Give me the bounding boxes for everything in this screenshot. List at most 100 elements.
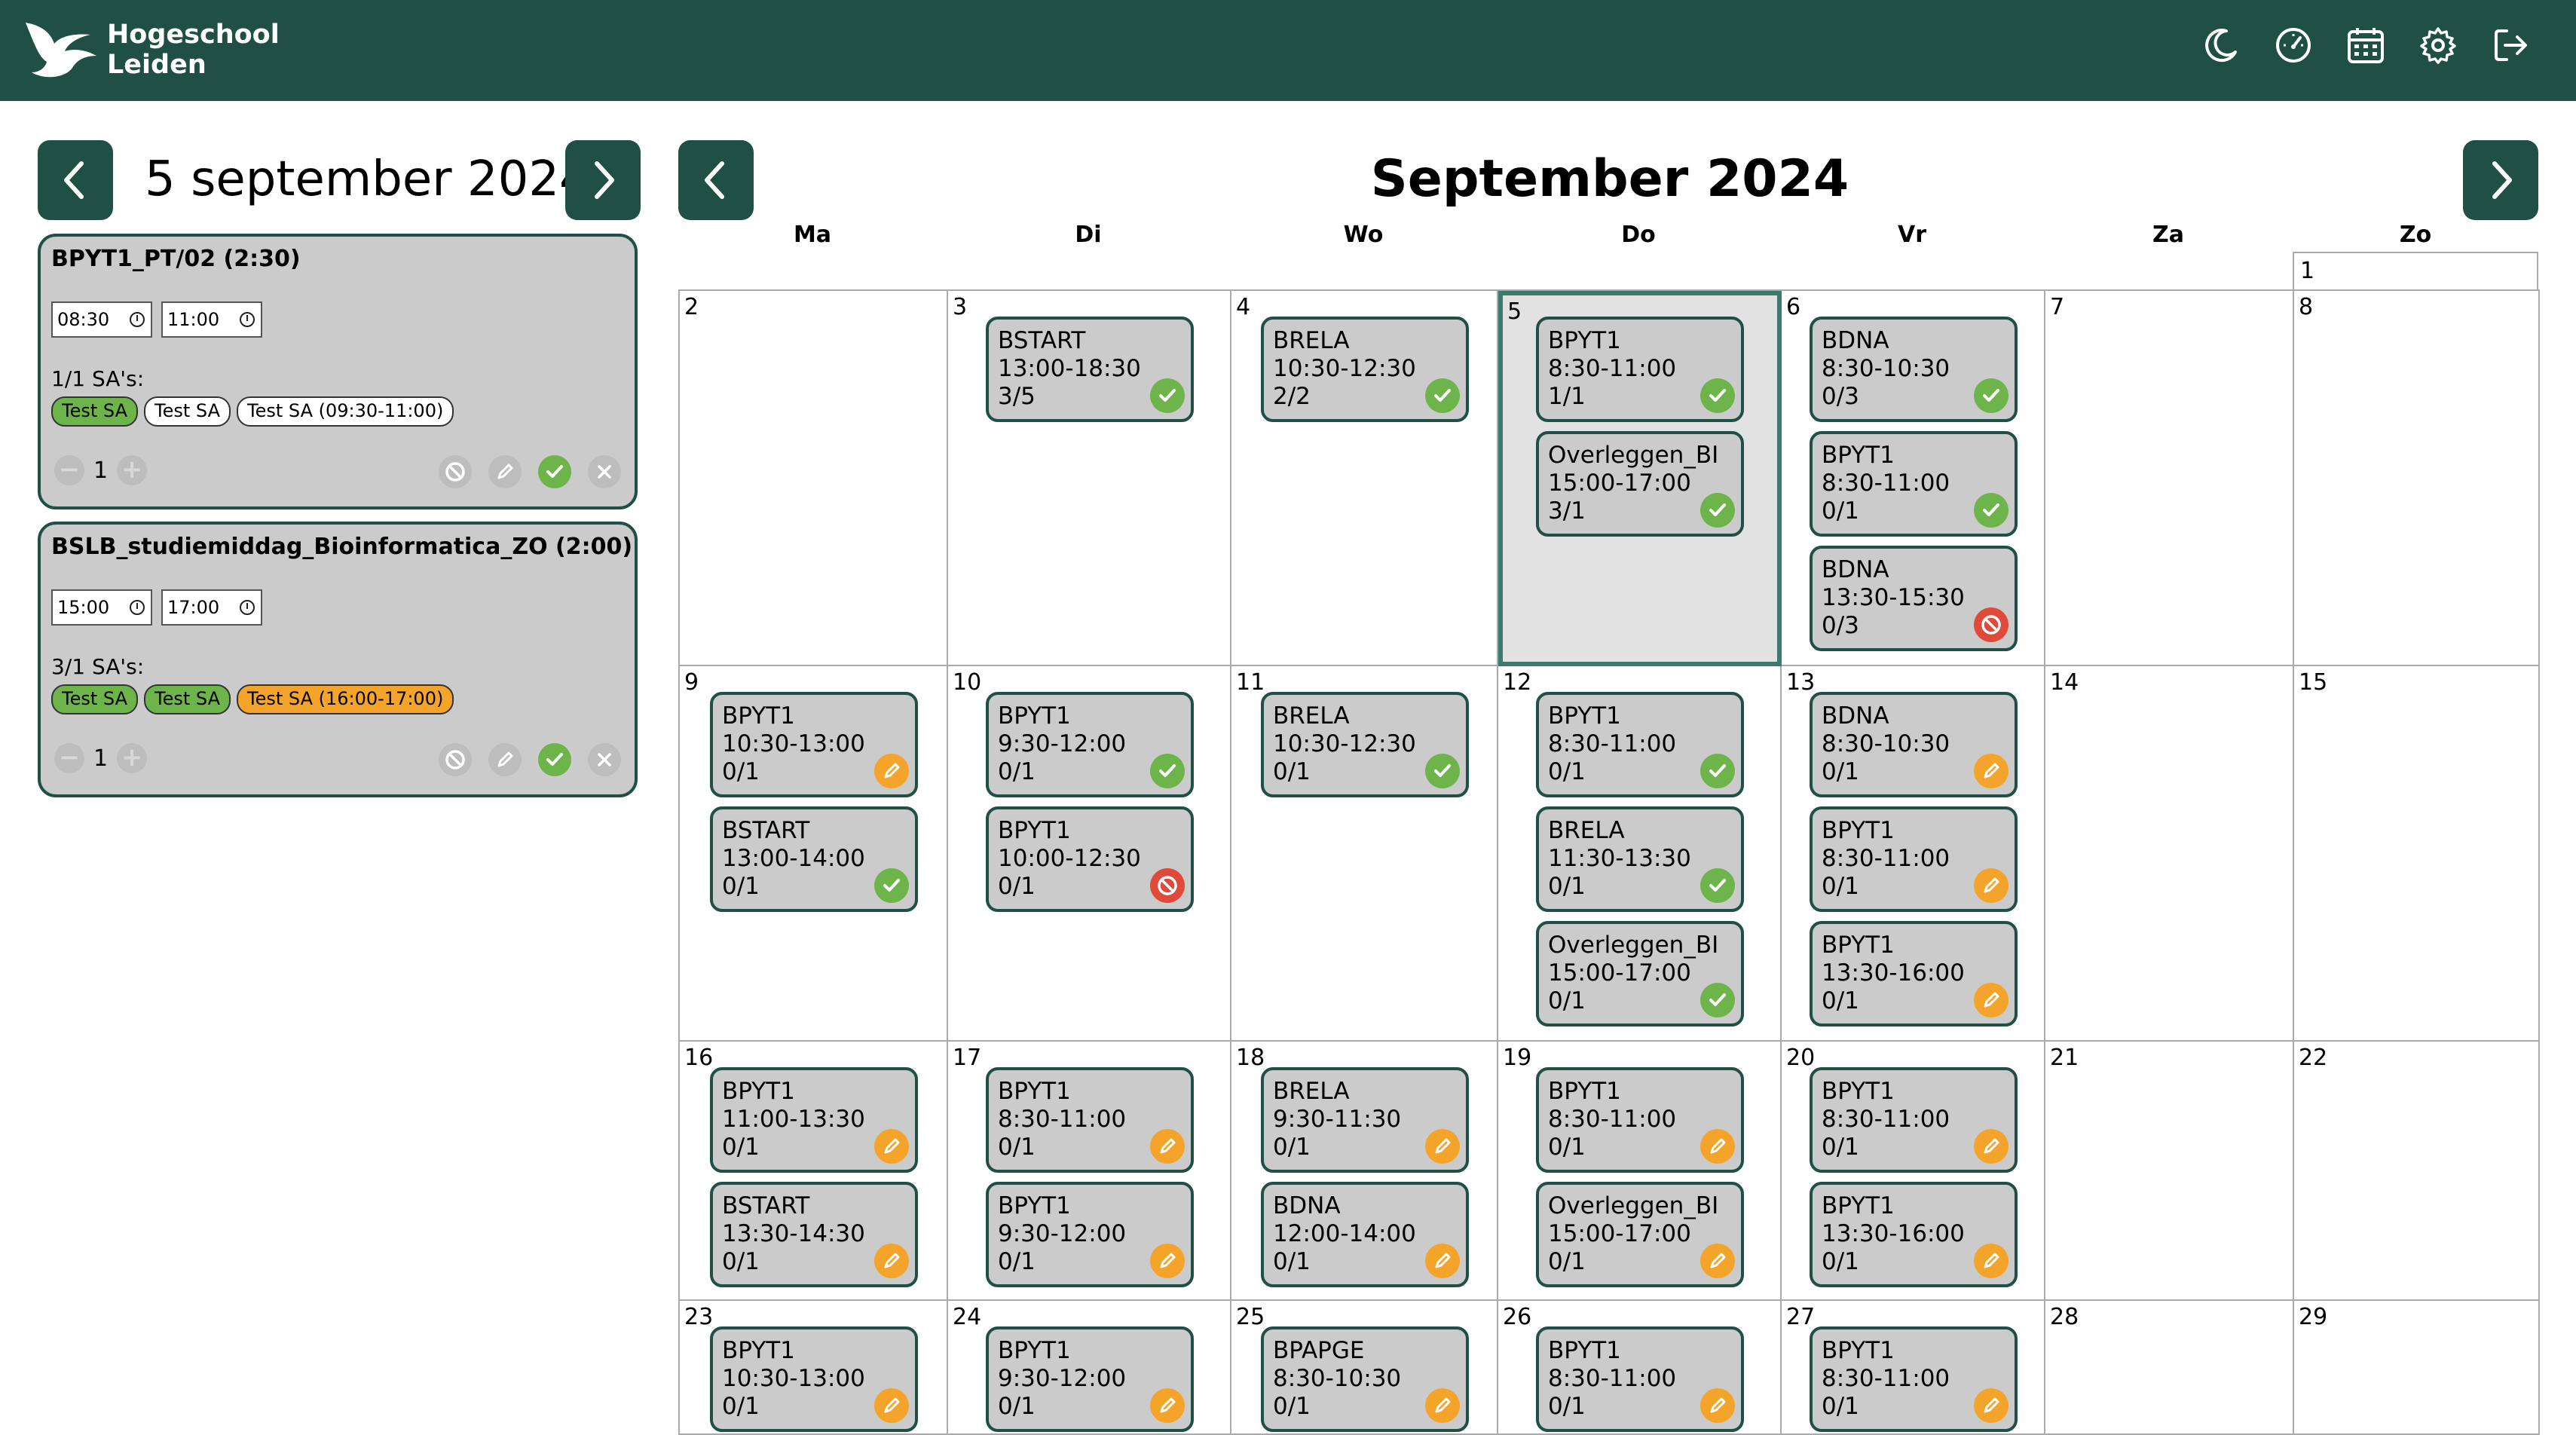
start-time-input[interactable]: 15:00 — [51, 589, 152, 626]
moon-icon[interactable] — [2201, 23, 2241, 68]
calendar-event[interactable]: BPYT1 8:30-11:00 0/1 — [1810, 1326, 2018, 1432]
calendar-day-cell[interactable]: 6 BDNA 8:30-10:30 0/3 BPYT1 8:30-11:00 0… — [1782, 291, 2045, 666]
calendar-event[interactable]: BRELA 10:30-12:30 0/1 — [1261, 692, 1469, 797]
calendar-day-cell[interactable]: 3 BSTART 13:00-18:30 3/5 — [948, 291, 1231, 666]
sa-chip[interactable]: Test SA — [51, 396, 138, 427]
prev-day-button[interactable] — [38, 140, 113, 220]
calendar-event[interactable]: BPYT1 8:30-11:00 0/1 — [1536, 692, 1744, 797]
calendar-day-cell[interactable]: 17 BPYT1 8:30-11:00 0/1 BPYT1 9:30-12:00… — [948, 1042, 1231, 1301]
calendar-event[interactable]: BRELA 11:30-13:30 0/1 — [1536, 806, 1744, 912]
calendar-event[interactable]: BPYT1 13:30-16:00 0/1 — [1810, 1182, 2018, 1287]
calendar-event[interactable]: BPYT1 8:30-11:00 0/1 — [1810, 431, 2018, 537]
calendar-event[interactable]: BPYT1 8:30-11:00 0/1 — [1536, 1067, 1744, 1173]
logo[interactable]: Hogeschool Leiden — [21, 18, 280, 81]
clock-icon — [130, 312, 145, 327]
calendar-event[interactable]: BPYT1 8:30-11:00 0/1 — [1810, 806, 2018, 912]
calendar-event[interactable]: BPYT1 13:30-16:00 0/1 — [1810, 921, 2018, 1027]
calendar-event[interactable]: BPYT1 9:30-12:00 0/1 — [986, 1182, 1194, 1287]
calendar-day-cell[interactable]: 12 BPYT1 8:30-11:00 0/1 BRELA 11:30-13:3… — [1498, 666, 1782, 1042]
sa-chip[interactable]: Test SA — [144, 684, 231, 714]
calendar-event[interactable]: BPYT1 8:30-11:00 0/1 — [1810, 1067, 2018, 1173]
calendar-day-cell[interactable]: 11 BRELA 10:30-12:30 0/1 — [1231, 666, 1498, 1042]
delete-button[interactable] — [588, 455, 621, 488]
calendar-day-cell[interactable]: 20 BPYT1 8:30-11:00 0/1 BPYT1 13:30-16:0… — [1782, 1042, 2045, 1301]
end-time-input[interactable]: 17:00 — [161, 589, 262, 626]
calendar-day-cell[interactable]: 5 BPYT1 8:30-11:00 1/1 Overleggen_BI 15:… — [1498, 291, 1782, 666]
event-status-badge — [1700, 1129, 1735, 1164]
calendar-event[interactable]: BPYT1 9:30-12:00 0/1 — [986, 1326, 1194, 1432]
event-code: BPYT1 — [1822, 1078, 1895, 1105]
end-time-input[interactable]: 11:00 — [161, 301, 262, 338]
dashboard-icon[interactable] — [2273, 23, 2314, 68]
next-month-button[interactable] — [2463, 140, 2538, 220]
calendar-day-cell[interactable]: 7 — [2045, 291, 2294, 666]
calendar-event[interactable]: BSTART 13:00-18:30 3/5 — [986, 317, 1194, 422]
day-number: 6 — [1786, 294, 1801, 320]
approve-button[interactable] — [538, 743, 571, 776]
calendar-event[interactable]: BDNA 8:30-10:30 0/1 — [1810, 692, 2018, 797]
sa-chip[interactable]: Test SA (16:00-17:00) — [237, 684, 454, 714]
gear-icon[interactable] — [2418, 23, 2458, 68]
calendar-event[interactable]: BRELA 10:30-12:30 2/2 — [1261, 317, 1469, 422]
calendar-day-cell[interactable]: 9 BPYT1 10:30-13:00 0/1 BSTART 13:00-14:… — [680, 666, 948, 1042]
calendar-day-cell[interactable]: 16 BPYT1 11:00-13:30 0/1 BSTART 13:30-14… — [680, 1042, 948, 1301]
calendar-event[interactable]: BPYT1 8:30-11:00 1/1 — [1536, 317, 1744, 422]
calendar-day-cell[interactable]: 26 BPYT1 8:30-11:00 0/1 — [1498, 1301, 1782, 1435]
calendar-event[interactable]: Overleggen_BI 15:00-17:00 3/1 — [1536, 431, 1744, 537]
increment-button[interactable]: + — [117, 743, 148, 773]
calendar-day-cell[interactable]: 13 BDNA 8:30-10:30 0/1 BPYT1 8:30-11:00 … — [1782, 666, 2045, 1042]
block-button[interactable] — [439, 743, 472, 776]
calendar-day-cell[interactable]: 14 — [2045, 666, 2294, 1042]
calendar-event[interactable]: BPYT1 9:30-12:00 0/1 — [986, 692, 1194, 797]
edit-button[interactable] — [488, 455, 522, 488]
edit-button[interactable] — [488, 743, 522, 776]
decrement-button[interactable]: − — [54, 743, 84, 773]
calendar-event[interactable]: Overleggen_BI 15:00-17:00 0/1 — [1536, 921, 1744, 1027]
calendar-event[interactable]: BSTART 13:30-14:30 0/1 — [710, 1182, 918, 1287]
approve-button[interactable] — [538, 455, 571, 488]
prev-month-button[interactable] — [678, 140, 754, 220]
calendar-event[interactable]: BRELA 9:30-11:30 0/1 — [1261, 1067, 1469, 1173]
calendar-day-cell[interactable]: 18 BRELA 9:30-11:30 0/1 BDNA 12:00-14:00… — [1231, 1042, 1498, 1301]
calendar-day-cell[interactable]: 25 BPAPGE 8:30-10:30 0/1 — [1231, 1301, 1498, 1435]
calendar-event[interactable]: BDNA 13:30-15:30 0/3 — [1810, 546, 2018, 651]
calendar-event[interactable]: BSTART 13:00-14:00 0/1 — [710, 806, 918, 912]
next-day-button[interactable] — [565, 140, 641, 220]
calendar-event[interactable]: BPYT1 11:00-13:30 0/1 — [710, 1067, 918, 1173]
delete-button[interactable] — [588, 743, 621, 776]
start-time-input[interactable]: 08:30 — [51, 301, 152, 338]
calendar-event[interactable]: BPYT1 10:30-13:00 0/1 — [710, 692, 918, 797]
calendar-event[interactable]: BPYT1 10:30-13:00 0/1 — [710, 1326, 918, 1432]
calendar-event[interactable]: BPYT1 8:30-11:00 0/1 — [986, 1067, 1194, 1173]
calendar-day-cell[interactable]: 8 — [2294, 291, 2540, 666]
calendar-event[interactable]: BPYT1 8:30-11:00 0/1 — [1536, 1326, 1744, 1432]
calendar-day-cell[interactable]: 15 — [2294, 666, 2540, 1042]
decrement-button[interactable]: − — [54, 455, 84, 485]
calendar-icon[interactable] — [2345, 23, 2386, 68]
calendar-day-cell[interactable]: 22 — [2294, 1042, 2540, 1301]
calendar-event[interactable]: BDNA 12:00-14:00 0/1 — [1261, 1182, 1469, 1287]
calendar-day-cell[interactable]: 29 — [2294, 1301, 2540, 1435]
sa-chip[interactable]: Test SA — [51, 684, 138, 714]
calendar-day-cell[interactable]: 24 BPYT1 9:30-12:00 0/1 — [948, 1301, 1231, 1435]
calendar-day-cell[interactable]: 23 BPYT1 10:30-13:00 0/1 — [680, 1301, 948, 1435]
calendar-day-cell[interactable]: 2 — [680, 291, 948, 666]
block-button[interactable] — [439, 455, 472, 488]
calendar-event[interactable]: BDNA 8:30-10:30 0/3 — [1810, 317, 2018, 422]
sa-chip[interactable]: Test SA — [144, 396, 231, 427]
increment-button[interactable]: + — [117, 455, 148, 485]
calendar-event[interactable]: BPYT1 10:00-12:30 0/1 — [986, 806, 1194, 912]
day-number: 16 — [684, 1045, 714, 1071]
calendar-day-cell[interactable]: 4 BRELA 10:30-12:30 2/2 — [1231, 291, 1498, 666]
logout-icon[interactable] — [2490, 23, 2531, 68]
calendar-day-cell[interactable]: 27 BPYT1 8:30-11:00 0/1 — [1782, 1301, 2045, 1435]
calendar-event[interactable]: Overleggen_BI 15:00-17:00 0/1 — [1536, 1182, 1744, 1287]
event-status-badge — [1974, 493, 2008, 528]
calendar-day-cell[interactable]: 10 BPYT1 9:30-12:00 0/1 BPYT1 10:00-12:3… — [948, 666, 1231, 1042]
calendar-day-cell[interactable]: 19 BPYT1 8:30-11:00 0/1 Overleggen_BI 15… — [1498, 1042, 1782, 1301]
calendar-day-cell[interactable]: 1 — [2293, 252, 2538, 291]
sa-chip[interactable]: Test SA (09:30-11:00) — [237, 396, 454, 427]
calendar-day-cell[interactable]: 28 — [2045, 1301, 2294, 1435]
calendar-event[interactable]: BPAPGE 8:30-10:30 0/1 — [1261, 1326, 1469, 1432]
calendar-day-cell[interactable]: 21 — [2045, 1042, 2294, 1301]
